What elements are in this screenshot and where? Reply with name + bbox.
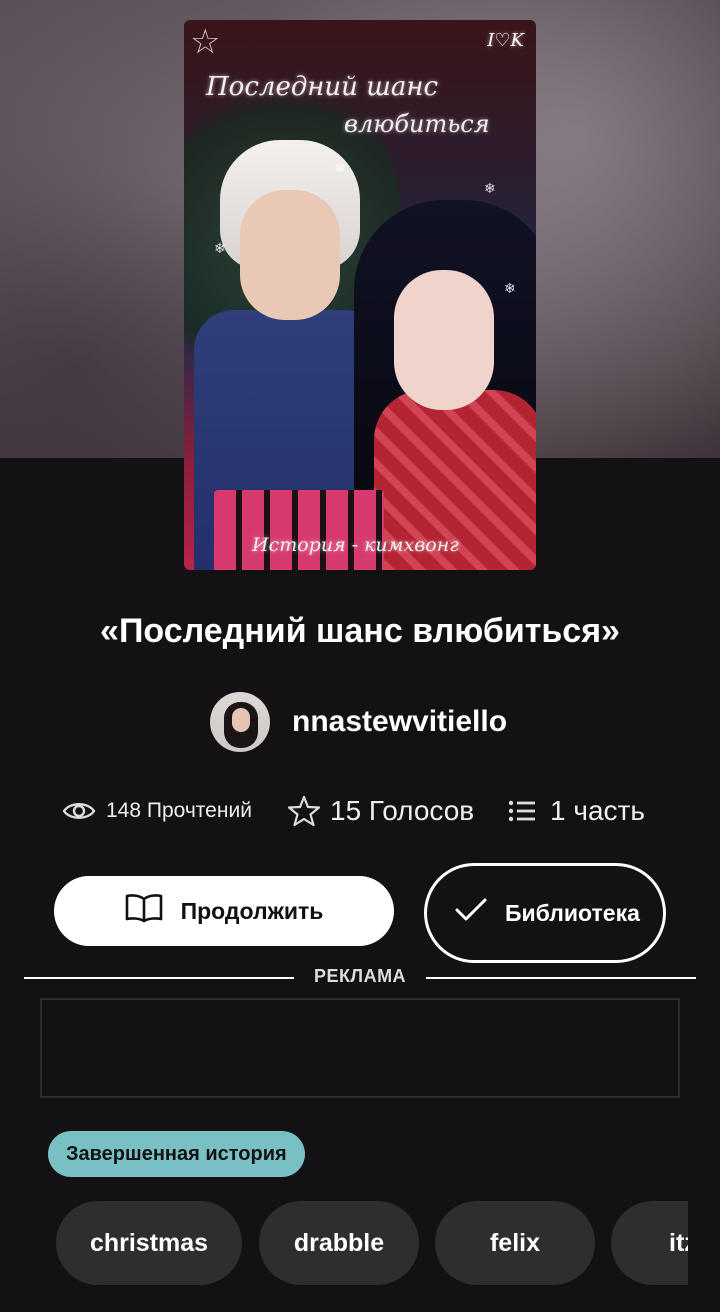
cover-corner-tag: Ι♡K: [487, 30, 524, 51]
snowflake-icon: ❄: [334, 160, 346, 176]
status-badge: Завершенная история: [48, 1131, 305, 1177]
snowflake-icon: ❄: [214, 240, 226, 256]
add-to-library-button[interactable]: Библиотека: [424, 863, 666, 963]
ad-divider-left: [24, 977, 294, 979]
cover-star-icon: ☆: [190, 23, 221, 61]
story-title: «Последний шанс влюбиться»: [100, 612, 620, 650]
star-icon: [288, 795, 320, 827]
tag-chip[interactable]: christmas: [56, 1201, 242, 1285]
check-icon: [455, 897, 487, 929]
library-label: Библиотека: [505, 900, 640, 926]
author-link[interactable]: nnastewvitiello: [210, 692, 507, 752]
ad-slot[interactable]: [40, 998, 680, 1098]
cover-bottom-text: История - кимхвонг: [252, 534, 459, 556]
book-icon: [125, 893, 163, 929]
tag-chip[interactable]: itzy: [611, 1201, 688, 1285]
tag-chip[interactable]: drabble: [259, 1201, 419, 1285]
votes-count: 15 Голосов: [330, 795, 475, 826]
story-stats: 148 Прочтений 15 Голосов 1 часть: [62, 788, 682, 834]
snowflake-icon: ❄: [504, 280, 516, 296]
stat-parts: 1 часть: [508, 788, 645, 834]
list-icon: [508, 799, 536, 823]
cover-gift-box: [214, 490, 384, 570]
continue-button[interactable]: Продолжить: [54, 876, 394, 946]
story-cover[interactable]: ☆ ❄ ❄ ❄ ❄ Ι♡K Последний шанс влюбиться И…: [184, 20, 536, 570]
author-name[interactable]: nnastewvitiello: [292, 705, 507, 739]
parts-count: 1 часть: [550, 795, 645, 826]
tag-list: christmas drabble felix itzy: [56, 1201, 688, 1285]
ad-divider-right: [426, 977, 696, 979]
avatar[interactable]: [210, 692, 270, 752]
snowflake-icon: ❄: [484, 180, 496, 196]
continue-label: Продолжить: [180, 897, 324, 924]
tag-chip[interactable]: felix: [435, 1201, 595, 1285]
eye-icon: [62, 800, 96, 822]
cover-title-line1: Последний шанс: [206, 72, 439, 102]
cover-figure-right-face: [394, 270, 494, 410]
cover-figure-left-face: [240, 190, 340, 320]
cover-title-line2: влюбиться: [344, 110, 490, 138]
ad-label: РЕКЛАМА: [313, 966, 407, 986]
stat-reads: 148 Прочтений: [62, 788, 252, 834]
reads-count: 148 Прочтений: [106, 799, 252, 822]
stat-votes: 15 Голосов: [288, 788, 474, 834]
